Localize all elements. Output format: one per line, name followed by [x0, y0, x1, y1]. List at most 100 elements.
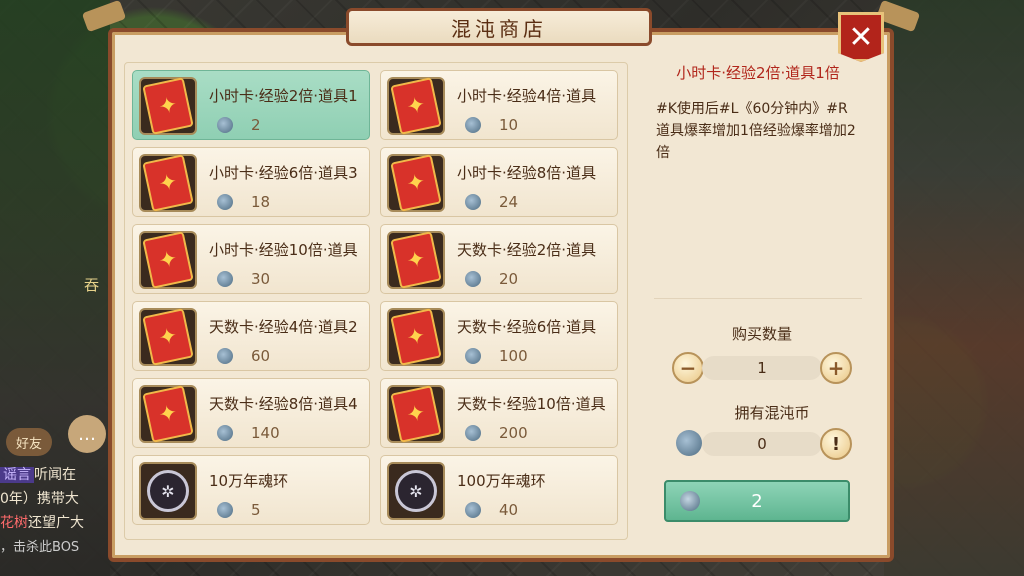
owned-currency-value: 0 [702, 432, 822, 456]
item-price: 30 [251, 270, 271, 288]
item-name: 天数卡·经验4倍·道具2 [209, 318, 358, 336]
chat-line: 花树还望广大 [0, 515, 84, 531]
world-right-scenery [884, 0, 1024, 576]
chaos-coin-icon [680, 491, 700, 511]
item-name: 小时卡·经验10倍·道具 [209, 241, 358, 259]
item-icon-frame: ✦ [139, 154, 197, 212]
chaos-coin-icon [217, 117, 233, 133]
exp-card-icon: ✦ [390, 231, 442, 289]
item-price: 10 [499, 116, 519, 134]
chaos-coin-icon [465, 271, 481, 287]
currency-info-button[interactable]: ! [820, 428, 852, 460]
item-price: 140 [251, 424, 280, 442]
shop-item[interactable]: ✦ 天数卡·经验4倍·道具2 60 [132, 301, 370, 371]
minus-button[interactable]: − [672, 352, 704, 384]
shop-item[interactable]: ✦ 天数卡·经验2倍·道具 20 [380, 224, 618, 294]
shop-item[interactable]: ✦ 小时卡·经验10倍·道具 30 [132, 224, 370, 294]
item-icon-frame: ✦ [387, 308, 445, 366]
exp-card-icon: ✦ [142, 154, 194, 212]
quantity-value[interactable]: 1 [702, 356, 822, 380]
owned-currency: 0 ! [672, 428, 852, 462]
chaos-coin-icon [217, 348, 233, 364]
item-icon-frame: ✦ [139, 77, 197, 135]
buy-price: 2 [751, 490, 763, 512]
shop-item[interactable]: ✦ 小时卡·经验2倍·道具1 2 [132, 70, 370, 140]
item-name: 小时卡·经验8倍·道具 [457, 164, 597, 182]
chaos-coin-icon [217, 425, 233, 441]
item-price: 20 [499, 270, 519, 288]
chaos-coin-icon [465, 425, 481, 441]
shop-item[interactable]: ✦ 天数卡·经验6倍·道具 100 [380, 301, 618, 371]
item-name: 天数卡·经验6倍·道具 [457, 318, 597, 336]
shop-item[interactable]: ✲ 100万年魂环 40 [380, 455, 618, 525]
exp-card-icon: ✦ [142, 385, 194, 443]
shop-item[interactable]: ✲ 10万年魂环 5 [132, 455, 370, 525]
chaos-coin-icon [217, 194, 233, 210]
item-price: 40 [499, 501, 519, 519]
owned-currency-label: 拥有混沌币 [734, 404, 810, 422]
chat-line: 谣言 听闻在 [0, 464, 76, 484]
chaos-coin-icon [465, 348, 481, 364]
chaos-coin-icon [465, 194, 481, 210]
shop-item[interactable]: ✦ 小时卡·经验6倍·道具3 18 [132, 147, 370, 217]
item-icon-frame: ✦ [139, 385, 197, 443]
exp-card-icon: ✦ [142, 308, 194, 366]
soul-ring-icon: ✲ [395, 470, 437, 512]
item-name: 小时卡·经验6倍·道具3 [209, 164, 358, 182]
item-name: 天数卡·经验8倍·道具4 [209, 395, 358, 413]
item-list[interactable]: ✦ 小时卡·经验2倍·道具1 2 ✦ 小时卡·经验4倍·道具 10 ✦ 小时卡·经验6倍·道具… [128, 66, 624, 538]
item-name: 10万年魂环 [209, 472, 289, 490]
item-price: 5 [251, 501, 261, 519]
item-price: 200 [499, 424, 528, 442]
item-name: 100万年魂环 [457, 472, 546, 490]
chat-bubble-icon[interactable]: … [68, 415, 106, 453]
quantity-label: 购买数量 [731, 325, 792, 343]
chaos-coin-icon [465, 502, 481, 518]
quantity-stepper: − 1 + [672, 352, 852, 386]
shop-item[interactable]: ✦ 小时卡·经验8倍·道具 24 [380, 147, 618, 217]
exp-card-icon: ✦ [390, 385, 442, 443]
buy-button[interactable]: 2 [664, 480, 850, 522]
chat-line: ，击杀此BOS [0, 540, 80, 555]
item-name: 小时卡·经验4倍·道具 [457, 87, 597, 105]
close-button[interactable]: ✕ [838, 12, 884, 62]
exp-card-icon: ✦ [390, 308, 442, 366]
plus-button[interactable]: + [820, 352, 852, 384]
detail-description: #K使用后#L《60分钟内》#R道具爆率增加1倍经验爆率增加2倍 [656, 101, 856, 161]
detail-title: 小时卡·经验2倍·道具1倍 [676, 64, 840, 82]
side-hud-text: 吞 [84, 276, 100, 294]
exp-card-icon: ✦ [142, 77, 194, 135]
item-icon-frame: ✦ [387, 77, 445, 135]
item-detail: 小时卡·经验2倍·道具1倍 #K使用后#L《60分钟内》#R道具爆率增加1倍经验… [654, 62, 862, 298]
item-name: 小时卡·经验2倍·道具1 [209, 87, 358, 105]
shop-item[interactable]: ✦ 天数卡·经验10倍·道具 200 [380, 378, 618, 448]
chat-line: 0年）携带大 [0, 491, 79, 507]
detail-divider [654, 298, 862, 299]
item-name: 天数卡·经验10倍·道具 [457, 395, 606, 413]
item-icon-frame: ✲ [387, 462, 445, 520]
chaos-coin-icon [676, 430, 702, 456]
chaos-coin-icon [217, 271, 233, 287]
item-icon-frame: ✦ [139, 231, 197, 289]
item-icon-frame: ✦ [387, 231, 445, 289]
panel-title: 混沌商店 [346, 8, 652, 46]
exp-card-icon: ✦ [390, 154, 442, 212]
shop-item[interactable]: ✦ 小时卡·经验4倍·道具 10 [380, 70, 618, 140]
item-price: 100 [499, 347, 528, 365]
item-icon-frame: ✦ [387, 154, 445, 212]
friends-button[interactable]: 好友 [6, 428, 52, 456]
item-icon-frame: ✦ [387, 385, 445, 443]
item-price: 18 [251, 193, 271, 211]
item-icon-frame: ✲ [139, 462, 197, 520]
chaos-coin-icon [465, 117, 481, 133]
soul-ring-icon: ✲ [147, 470, 189, 512]
item-icon-frame: ✦ [139, 308, 197, 366]
exp-card-icon: ✦ [390, 77, 442, 135]
exp-card-icon: ✦ [142, 231, 194, 289]
item-name: 天数卡·经验2倍·道具 [457, 241, 597, 259]
item-price: 24 [499, 193, 519, 211]
shop-item[interactable]: ✦ 天数卡·经验8倍·道具4 140 [132, 378, 370, 448]
item-price: 2 [251, 116, 261, 134]
item-price: 60 [251, 347, 271, 365]
chaos-coin-icon [217, 502, 233, 518]
